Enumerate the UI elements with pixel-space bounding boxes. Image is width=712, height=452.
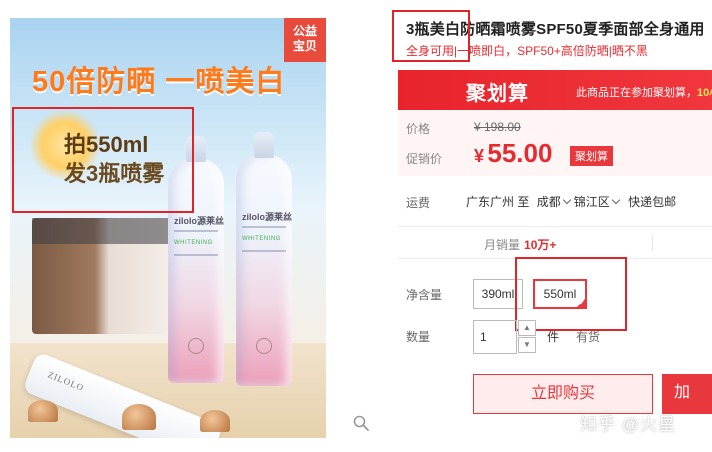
bottle-text-line bbox=[242, 250, 286, 252]
monthly-sales-value: 10万+ bbox=[524, 238, 557, 252]
image-offer-line1: 拍550ml bbox=[64, 132, 149, 157]
charity-badge-line2: 宝贝 bbox=[292, 39, 317, 53]
image-offer: 拍550ml 发3瓶喷雾 bbox=[64, 130, 164, 188]
bottle-word: WHITENING bbox=[174, 240, 213, 246]
bottle-text-line bbox=[242, 226, 286, 228]
divider bbox=[398, 258, 712, 259]
bottle-brand: zilolo源莱丝 bbox=[174, 216, 224, 226]
currency-symbol: ¥ bbox=[474, 146, 485, 166]
bottle-text-line bbox=[174, 230, 218, 232]
ship-district-dropdown[interactable]: 锦江区 bbox=[574, 195, 619, 209]
quantity-label: 数量 bbox=[406, 330, 431, 344]
spec-option-550ml[interactable]: 550ml bbox=[533, 279, 587, 310]
ship-from: 广东广州 bbox=[466, 195, 515, 209]
original-price: ¥ 198.00 bbox=[474, 120, 521, 134]
bottle-cap bbox=[254, 132, 274, 158]
price-panel: 价格 ¥ 198.00 促销价 ¥ 55.00 聚划算 bbox=[398, 110, 712, 176]
bottle-seal-icon bbox=[188, 338, 204, 354]
juhuasuan-note-text: 此商品正在参加聚划算， bbox=[576, 87, 697, 99]
product-main-image[interactable]: 公益 宝贝 50倍防晒 一喷美白 拍550ml 发3瓶喷雾 zilolo源莱丝 … bbox=[10, 18, 326, 438]
quantity-unit: 件 bbox=[547, 330, 560, 344]
juhuasuan-logo: 聚划算 bbox=[466, 83, 529, 105]
product-subtitle: 全身可用|一喷即白，SPF50+高倍防晒|晒不黑 bbox=[406, 44, 648, 58]
shipping-info: 广东广州 至 成都 锦江区 快递包邮 bbox=[466, 193, 676, 210]
stock-status: 有货 bbox=[576, 330, 601, 344]
juhuasuan-note: 此商品正在参加聚划算，10小 bbox=[576, 84, 712, 100]
arm-photo-sleeve bbox=[32, 218, 172, 244]
original-price-label: 价格 bbox=[406, 122, 431, 136]
zhihu-watermark: 知乎 @火星 bbox=[580, 415, 676, 434]
add-to-cart-button[interactable]: 加 bbox=[662, 374, 712, 414]
seashell-icon bbox=[200, 410, 230, 432]
buy-now-button[interactable]: 立即购买 bbox=[473, 374, 653, 414]
seashell-icon bbox=[28, 400, 58, 422]
image-offer-line2: 发3瓶喷雾 bbox=[64, 161, 165, 186]
monthly-sales: 月销量 10万+ bbox=[484, 236, 556, 253]
product-title: 3瓶美白防晒霜喷雾SPF50夏季面部全身通用 bbox=[406, 21, 705, 38]
charity-badge-line1: 公益 bbox=[292, 24, 317, 38]
quantity-input[interactable]: 1 bbox=[473, 320, 517, 354]
shipping-label: 运费 bbox=[406, 196, 431, 210]
bottle-word: WHITENING bbox=[242, 236, 281, 242]
juhuasuan-banner[interactable]: 聚划算 此商品正在参加聚划算，10小 bbox=[398, 70, 712, 110]
promo-price-value: 55.00 bbox=[487, 138, 553, 168]
quantity-decrease-button[interactable]: ▼ bbox=[518, 337, 536, 353]
promo-price-label: 促销价 bbox=[406, 152, 443, 166]
spec-label: 净含量 bbox=[406, 288, 443, 302]
image-headline: 50倍防晒 一喷美白 bbox=[32, 66, 286, 98]
charity-badge: 公益 宝贝 bbox=[284, 18, 326, 62]
search-icon[interactable] bbox=[352, 414, 370, 432]
bottle-brand: zilolo源莱丝 bbox=[242, 212, 292, 222]
promo-price: ¥ 55.00 bbox=[474, 138, 552, 169]
tube-label: ZILOLO bbox=[46, 369, 86, 394]
juhuasuan-countdown: 10小 bbox=[697, 87, 712, 99]
bottle-text-line bbox=[174, 254, 218, 256]
sales-separator bbox=[652, 235, 653, 251]
seashell-icon bbox=[122, 404, 156, 430]
ship-city-dropdown[interactable]: 成都 bbox=[537, 193, 570, 210]
spec-option-390ml[interactable]: 390ml bbox=[473, 279, 523, 309]
spray-bottle-left: zilolo源莱丝 WHITENING bbox=[168, 136, 224, 383]
bottle-seal-icon bbox=[256, 338, 272, 354]
monthly-sales-label: 月销量 bbox=[484, 238, 521, 252]
juhuasuan-price-tag: 聚划算 bbox=[570, 146, 613, 166]
quantity-increase-button[interactable]: ▲ bbox=[518, 320, 536, 336]
sales-row: 月销量 10万+ bbox=[398, 228, 712, 258]
ship-method: 快递包邮 bbox=[628, 195, 677, 209]
spray-bottle-right: zilolo源莱丝 WHITENING bbox=[236, 132, 292, 386]
ship-to-text: 至 bbox=[517, 195, 530, 209]
divider bbox=[398, 226, 712, 227]
bottle-cap bbox=[186, 136, 206, 162]
